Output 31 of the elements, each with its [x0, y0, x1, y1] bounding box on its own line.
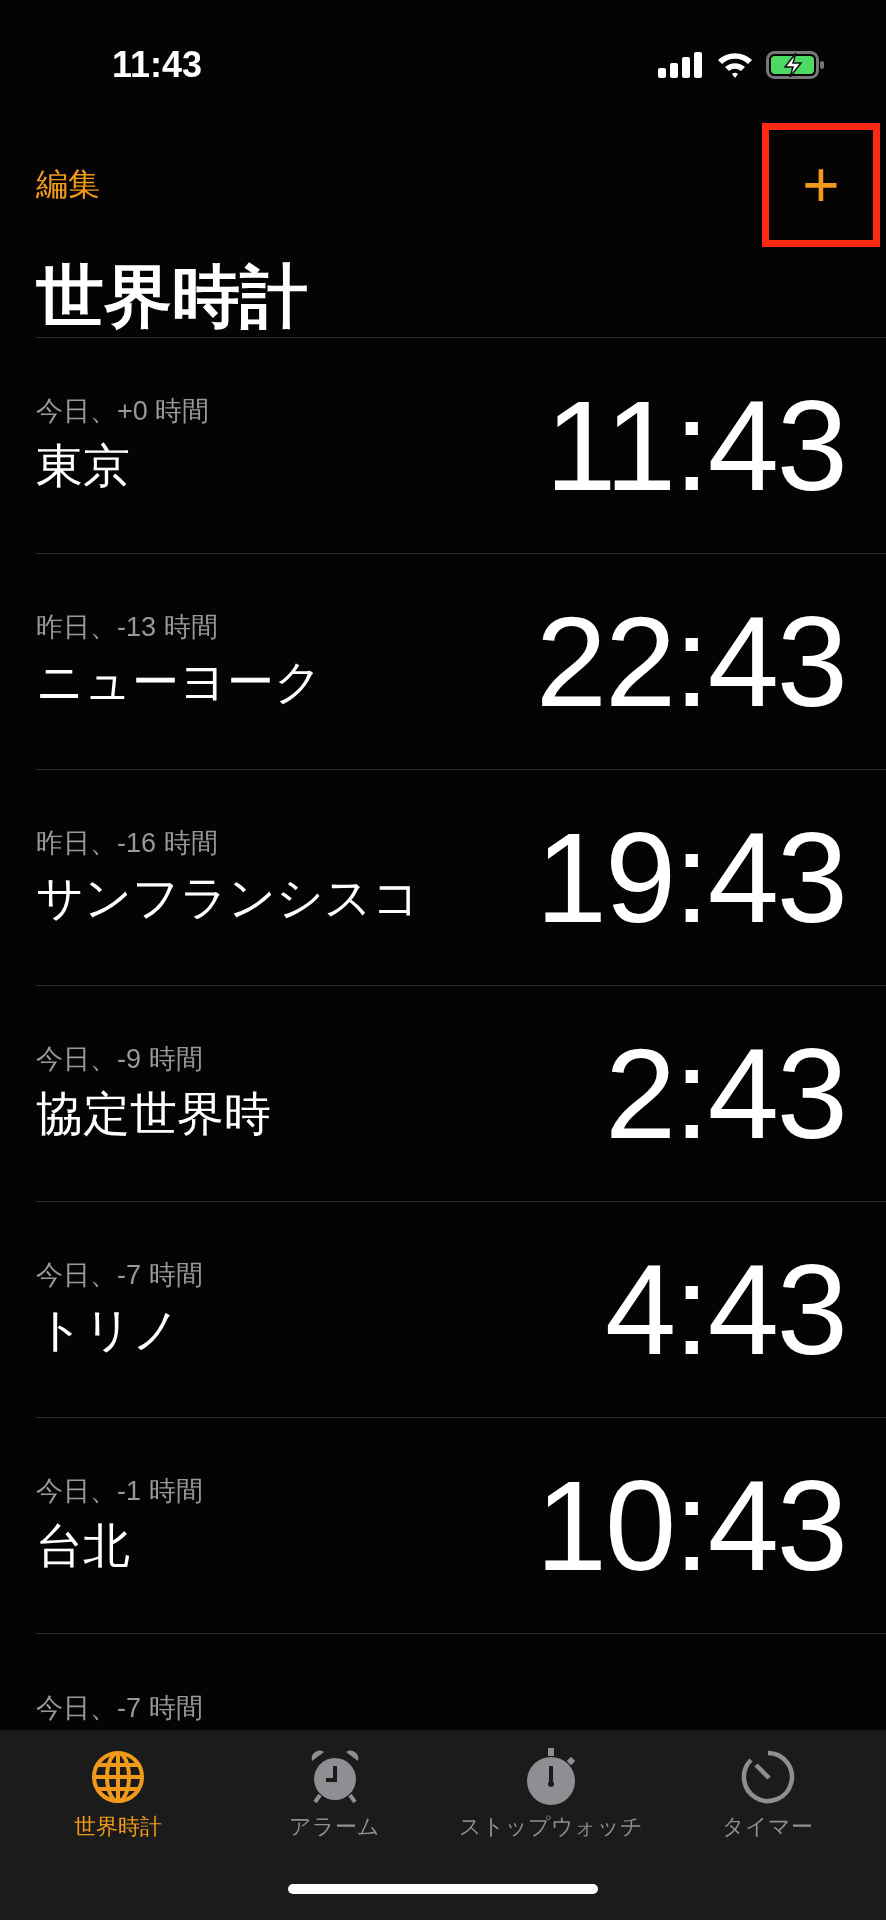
clock-time: 10:43 — [535, 1461, 846, 1590]
globe-icon — [91, 1748, 146, 1806]
city-name: ニューヨーク — [36, 654, 322, 710]
city-name: 東京 — [36, 438, 131, 494]
time-offset: 昨日、-16 時間 — [36, 827, 219, 860]
tab-bar-item[interactable]: ストップウォッチ — [446, 1748, 657, 1842]
add-button[interactable]: + — [762, 123, 880, 247]
time-offset: 今日、-9 時間 — [36, 1043, 204, 1076]
city-name: サンフランシスコ — [36, 870, 420, 926]
clock-time: 4:43 — [604, 1245, 846, 1374]
timer-icon — [740, 1748, 795, 1806]
time-offset: 今日、+0 時間 — [36, 395, 210, 428]
tab-bar-item[interactable]: 世界時計 — [13, 1748, 224, 1842]
clock-time: 2:43 — [604, 1029, 846, 1158]
time-offset: 今日、-7 時間 — [36, 1692, 203, 1725]
clock-time: 11:43 — [545, 381, 846, 510]
city-name: 協定世界時 — [36, 1086, 271, 1142]
city-name: トリノ — [36, 1302, 181, 1358]
city-name: 台北 — [36, 1518, 131, 1574]
time-offset: 今日、-7 時間 — [36, 1259, 203, 1292]
tab-bar-item[interactable]: アラーム — [229, 1748, 440, 1842]
time-offset: 今日、-1 時間 — [36, 1475, 203, 1508]
clock-time: 19:43 — [535, 813, 846, 942]
wifi-icon — [716, 51, 754, 79]
page-title: 世界時計 — [35, 257, 309, 336]
tab-bar-item[interactable]: タイマー — [662, 1748, 873, 1842]
time-offset: 昨日、-13 時間 — [36, 611, 219, 644]
signal-icon — [658, 52, 704, 78]
clock-time: 22:43 — [535, 597, 846, 726]
edit-button[interactable]: 編集 — [36, 163, 100, 207]
status-time: 11:43 — [112, 44, 204, 86]
